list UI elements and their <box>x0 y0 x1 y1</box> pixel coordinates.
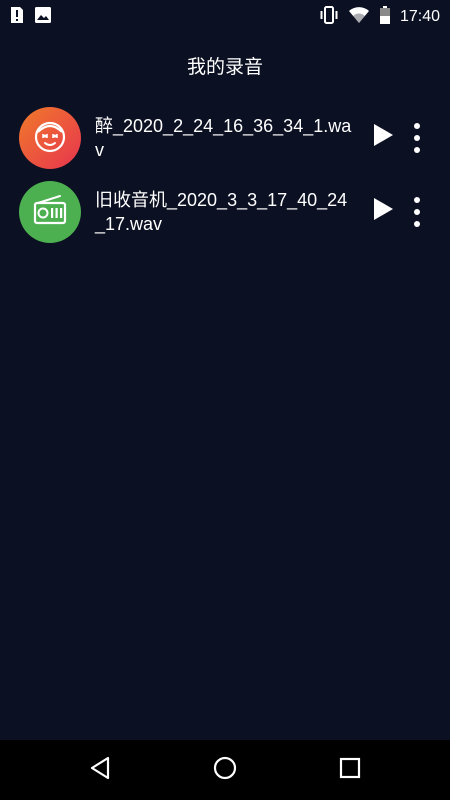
back-icon <box>88 755 112 785</box>
navigation-bar <box>0 740 450 800</box>
sim-alert-icon <box>10 6 24 28</box>
more-vert-icon-dot <box>414 147 420 153</box>
recording-avatar <box>19 107 81 169</box>
more-vert-icon-dot <box>414 209 420 215</box>
more-vert-icon-dot <box>414 221 420 227</box>
list-item[interactable]: 醉_2020_2_24_16_36_34_1.wav <box>0 104 450 178</box>
play-button[interactable] <box>370 198 396 224</box>
recording-file-name: 醉_2020_2_24_16_36_34_1.wav <box>95 116 352 160</box>
status-right-icons: 17:40 <box>319 5 440 29</box>
back-button[interactable] <box>85 755 115 785</box>
status-left-icons <box>10 6 52 28</box>
play-icon <box>372 123 394 151</box>
status-bar: 17:40 <box>0 0 450 32</box>
more-options-button[interactable] <box>408 123 426 153</box>
recording-avatar <box>19 181 81 243</box>
image-icon <box>34 6 52 28</box>
play-icon <box>372 197 394 225</box>
recents-button[interactable] <box>335 755 365 785</box>
wifi-icon <box>348 5 370 29</box>
recording-file-name: 旧收音机_2020_3_3_17_40_24_17.wav <box>95 190 348 234</box>
face-icon <box>31 117 69 159</box>
battery-icon <box>379 5 391 29</box>
recents-icon <box>338 756 362 784</box>
home-button[interactable] <box>210 755 240 785</box>
list-item[interactable]: 旧收音机_2020_3_3_17_40_24_17.wav <box>0 178 450 252</box>
play-button[interactable] <box>370 124 396 150</box>
status-time: 17:40 <box>399 8 440 25</box>
home-icon <box>212 755 238 785</box>
more-vert-icon-dot <box>414 135 420 141</box>
more-vert-icon <box>414 197 420 203</box>
more-vert-icon <box>414 123 420 129</box>
radio-icon <box>32 194 68 230</box>
recordings-list: 醉_2020_2_24_16_36_34_1.wav 旧收音机_2020_3_3… <box>0 104 450 252</box>
more-options-button[interactable] <box>408 197 426 227</box>
page-title: 我的录音 <box>186 56 263 78</box>
vibrate-icon <box>319 5 339 29</box>
